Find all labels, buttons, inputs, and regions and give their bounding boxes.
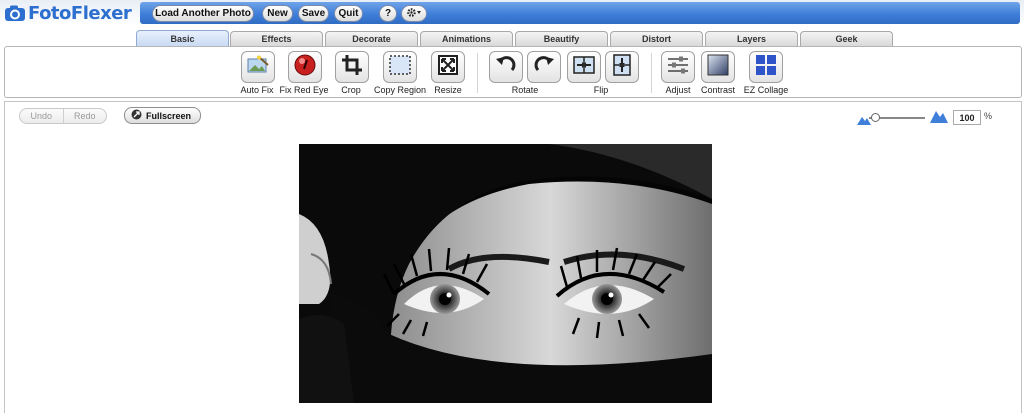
toolbar-divider <box>477 53 478 93</box>
contrast-button[interactable] <box>701 51 735 83</box>
rotate-right-button[interactable] <box>527 51 561 83</box>
resize-icon <box>437 54 459 81</box>
load-another-photo-button[interactable]: Load Another Photo <box>152 5 254 22</box>
tab-layers[interactable]: Layers <box>705 31 798 46</box>
settings-button[interactable] <box>401 5 427 22</box>
tab-decorate[interactable]: Decorate <box>325 31 418 46</box>
sliders-icon <box>666 54 690 81</box>
gear-icon <box>406 7 422 21</box>
camera-icon <box>4 4 26 22</box>
crop-label: Crop <box>341 85 361 95</box>
magic-wand-photo-icon <box>246 55 270 80</box>
toolbar-divider <box>651 53 652 93</box>
flip-horizontal-icon <box>572 54 596 81</box>
rotate-label: Rotate <box>511 85 539 95</box>
fix-red-eye-label: Fix Red Eye <box>279 85 329 95</box>
rotate-left-button[interactable] <box>489 51 523 83</box>
fix-red-eye-button[interactable] <box>288 51 322 83</box>
selection-marquee-icon <box>388 54 412 81</box>
save-button[interactable]: Save <box>298 5 329 22</box>
tab-effects[interactable]: Effects <box>230 31 323 46</box>
adjust-button[interactable] <box>661 51 695 83</box>
app-header: FotoFlexer Load Another Photo New Save Q… <box>0 0 1024 26</box>
rotate-right-icon <box>532 53 556 82</box>
collage-grid-icon <box>754 53 778 82</box>
undo-redo-group: Undo Redo <box>19 108 107 124</box>
tab-basic[interactable]: Basic <box>136 30 229 47</box>
ez-collage-button[interactable] <box>749 51 783 83</box>
zoom-level-input[interactable]: 100 <box>953 110 981 125</box>
ez-collage-label: EZ Collage <box>743 85 789 95</box>
zoom-in-icon[interactable] <box>930 109 948 128</box>
fullscreen-button[interactable]: Fullscreen <box>124 107 201 124</box>
flip-vertical-icon <box>611 53 633 82</box>
undo-button[interactable]: Undo <box>20 109 63 123</box>
crop-button[interactable] <box>335 51 369 83</box>
photo-canvas[interactable] <box>299 144 712 403</box>
auto-fix-button[interactable] <box>241 51 275 83</box>
app-name: FotoFlexer <box>28 2 132 24</box>
fullscreen-label: Fullscreen <box>146 110 192 121</box>
app-logo: FotoFlexer <box>4 1 140 25</box>
fullscreen-icon <box>131 109 142 122</box>
copy-region-label: Copy Region <box>373 85 427 95</box>
new-button[interactable]: New <box>262 5 293 22</box>
tools-toolbar: Auto Fix Fix Red Eye Crop Copy Region Re… <box>4 46 1022 98</box>
rotate-left-icon <box>494 53 518 82</box>
tab-animations[interactable]: Animations <box>420 31 513 46</box>
quit-button[interactable]: Quit <box>334 5 363 22</box>
resize-button[interactable] <box>431 51 465 83</box>
flip-vertical-button[interactable] <box>605 51 639 83</box>
tab-distort[interactable]: Distort <box>610 31 703 46</box>
flip-horizontal-button[interactable] <box>567 51 601 83</box>
help-button[interactable]: ? <box>379 5 397 22</box>
contrast-icon <box>706 53 730 82</box>
resize-label: Resize <box>434 85 462 95</box>
contrast-label: Contrast <box>700 85 736 95</box>
crop-icon <box>341 54 363 81</box>
zoom-out-icon[interactable] <box>857 112 871 130</box>
adjust-label: Adjust <box>665 85 691 95</box>
red-eye-icon <box>293 53 317 82</box>
auto-fix-label: Auto Fix <box>240 85 274 95</box>
zoom-slider-handle[interactable] <box>871 113 880 122</box>
photo-image <box>299 144 712 403</box>
flip-label: Flip <box>593 85 609 95</box>
zoom-unit: % <box>984 111 993 121</box>
copy-region-button[interactable] <box>383 51 417 83</box>
canvas-area: Undo Redo Fullscreen 100 % <box>4 101 1022 413</box>
tab-geek[interactable]: Geek <box>800 31 893 46</box>
zoom-control: 100 % <box>857 109 1007 125</box>
category-tabs: Basic Effects Decorate Animations Beauti… <box>0 30 1024 47</box>
redo-button[interactable]: Redo <box>62 109 107 123</box>
tab-beautify[interactable]: Beautify <box>515 31 608 46</box>
